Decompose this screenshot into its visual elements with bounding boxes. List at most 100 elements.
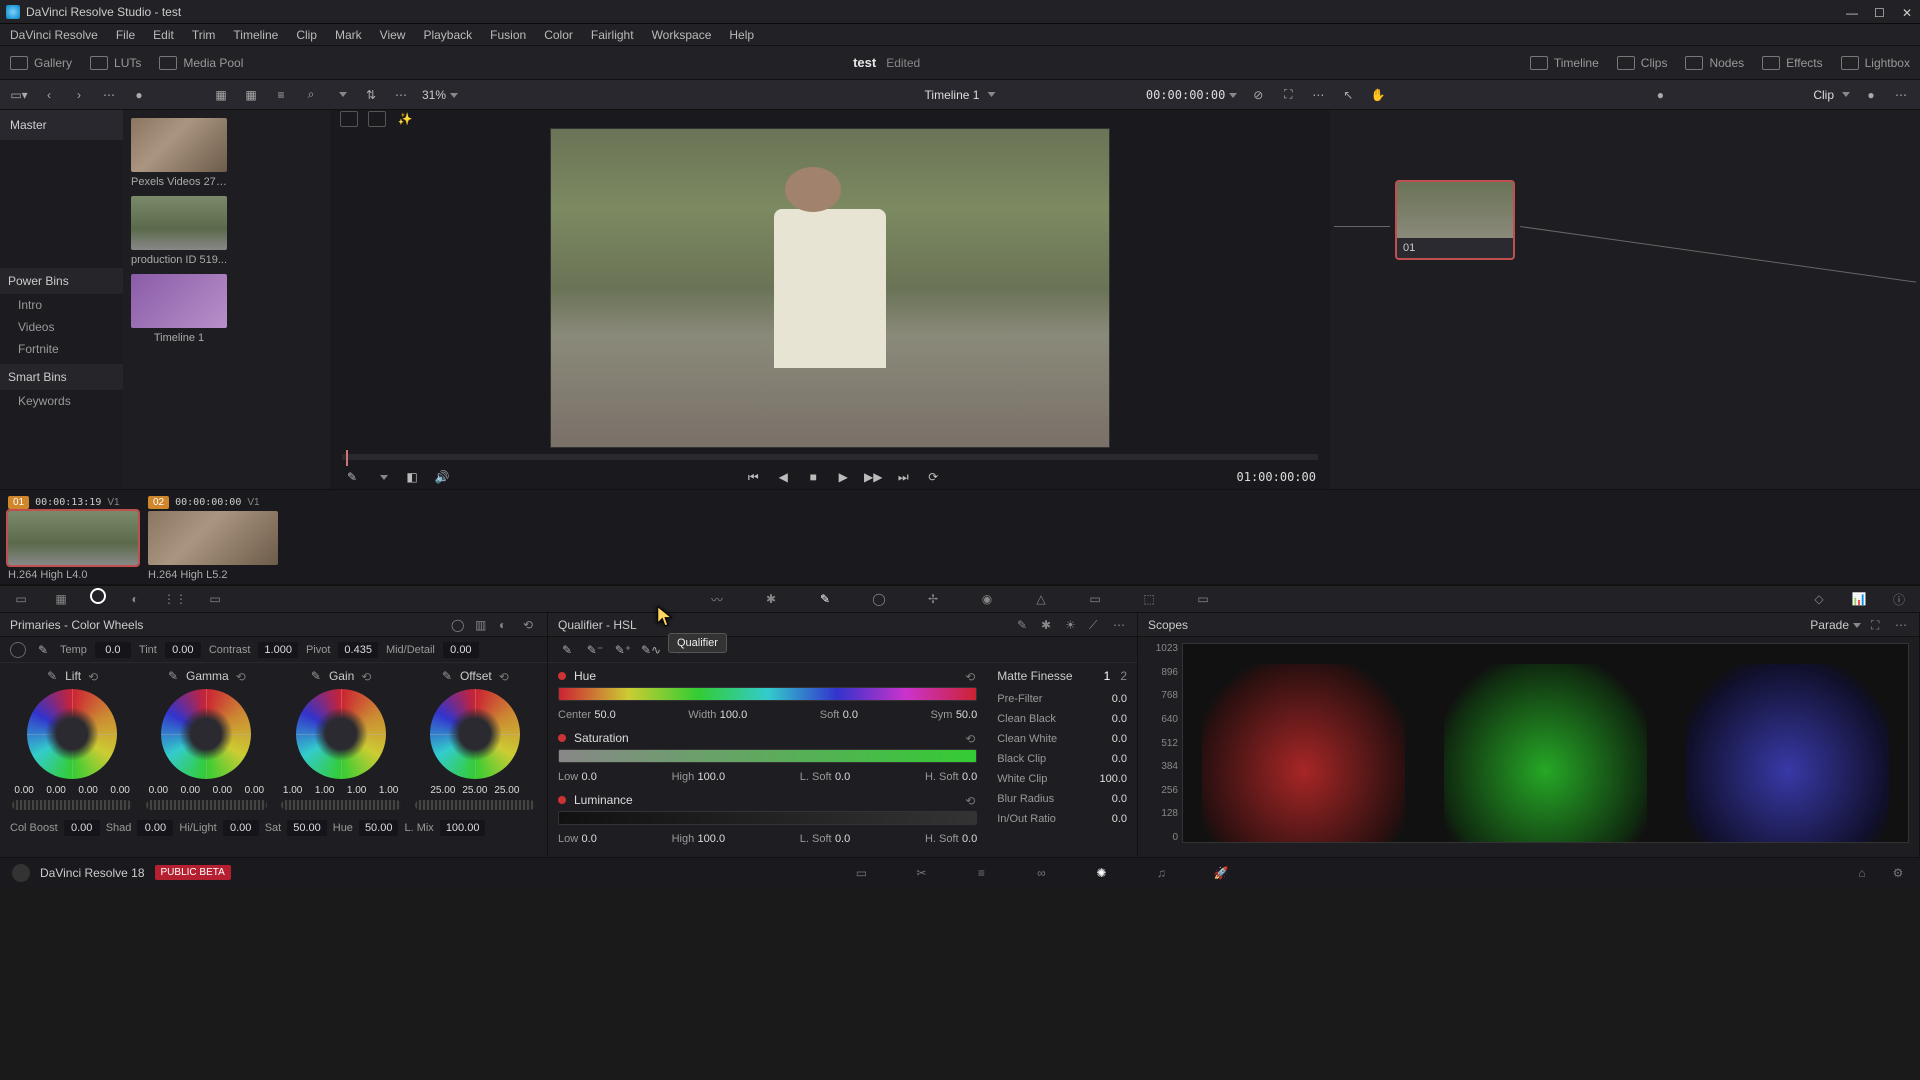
wheel-value[interactable]: 0.00: [175, 785, 205, 796]
jog-wheel[interactable]: [146, 800, 266, 810]
matte-value[interactable]: 100.0: [1099, 773, 1127, 785]
project-manager-icon[interactable]: ⌂: [1852, 863, 1872, 883]
wipe-icon[interactable]: ◧: [404, 469, 420, 485]
wheel-value[interactable]: 0.00: [239, 785, 269, 796]
wheel-value[interactable]: 0.00: [9, 785, 39, 796]
q-param-value[interactable]: 50.0: [594, 709, 615, 721]
curves-icon[interactable]: 〰: [706, 588, 728, 610]
media-thumb-3[interactable]: Timeline 1: [131, 274, 227, 344]
page-cut[interactable]: ✂: [911, 863, 931, 883]
node-01[interactable]: 01: [1395, 180, 1515, 260]
viewer-single-icon[interactable]: [368, 111, 386, 127]
wheel-value[interactable]: 0.00: [143, 785, 173, 796]
viewer-split-icon[interactable]: [340, 111, 358, 127]
media-thumb-2[interactable]: production ID 519...: [131, 196, 227, 266]
q-param-value[interactable]: 100.0: [698, 771, 726, 783]
clip-dropdown[interactable]: Clip: [1813, 88, 1850, 102]
settings-icon[interactable]: ⚙: [1888, 863, 1908, 883]
color-match-icon[interactable]: ▦: [50, 588, 72, 610]
node-dot2-icon[interactable]: ●: [1862, 86, 1880, 104]
primaries-reset-icon[interactable]: ⟲: [523, 618, 537, 632]
wheel-value[interactable]: 1.00: [342, 785, 372, 796]
wheels-mode-icon[interactable]: ◯: [451, 618, 465, 632]
nav-prev[interactable]: ‹: [40, 86, 58, 104]
color-wheel[interactable]: [27, 689, 117, 779]
tracking-icon[interactable]: ✢: [922, 588, 944, 610]
wheel-reset-icon[interactable]: ⟲: [360, 670, 372, 682]
page-edit[interactable]: ≡: [971, 863, 991, 883]
jog-wheel[interactable]: [415, 800, 535, 810]
wheel-value[interactable]: 0.00: [41, 785, 71, 796]
wheel-value[interactable]: 25.00: [492, 785, 522, 796]
pointer-icon[interactable]: ↖: [1339, 86, 1357, 104]
blur-icon[interactable]: △: [1030, 588, 1052, 610]
wheel-value[interactable]: 25.00: [460, 785, 490, 796]
section-power-bins[interactable]: Power Bins: [0, 268, 123, 294]
lmix-value[interactable]: 100.00: [440, 820, 486, 836]
menu-timeline[interactable]: Timeline: [233, 28, 278, 42]
q-row-reset-icon[interactable]: ⟲: [965, 794, 977, 806]
q-row-reset-icon[interactable]: ⟲: [965, 732, 977, 744]
matte-value[interactable]: 0.0: [1112, 793, 1127, 805]
wheel-pick-icon[interactable]: ✎: [440, 669, 454, 683]
bin-fortnite[interactable]: Fortnite: [0, 338, 123, 360]
wheel-value[interactable]: 1.00: [310, 785, 340, 796]
q-enable-toggle[interactable]: [558, 734, 566, 742]
sort-icon[interactable]: ⇅: [362, 86, 380, 104]
pivot-value[interactable]: 0.435: [338, 642, 378, 658]
scopes-icon[interactable]: 📊: [1848, 588, 1870, 610]
q-param-value[interactable]: 0.0: [962, 833, 977, 845]
q-param-value[interactable]: 0.0: [962, 771, 977, 783]
color-wheel[interactable]: [296, 689, 386, 779]
dot-icon[interactable]: ●: [130, 86, 148, 104]
matte-value[interactable]: 0.0: [1112, 693, 1127, 705]
q-param-value[interactable]: 0.0: [835, 833, 850, 845]
shad-value[interactable]: 0.00: [137, 820, 173, 836]
contrast-value[interactable]: 1.000: [258, 642, 298, 658]
view-list-icon[interactable]: ≡: [272, 86, 290, 104]
sat-value[interactable]: 50.00: [287, 820, 327, 836]
q-enable-toggle[interactable]: [558, 796, 566, 804]
q-pick-icon[interactable]: ✎: [558, 641, 576, 659]
q-param-value[interactable]: 100.0: [720, 709, 748, 721]
view-thumb-large-icon[interactable]: ▦: [212, 86, 230, 104]
q-pick-soft-icon[interactable]: ✎∿: [642, 641, 660, 659]
menu-help[interactable]: Help: [729, 28, 754, 42]
q-pick-sub-icon[interactable]: ✎⁻: [586, 641, 604, 659]
bin-keywords[interactable]: Keywords: [0, 390, 123, 412]
tab-clips[interactable]: Clips: [1617, 56, 1668, 70]
close-button[interactable]: ✕: [1902, 6, 1914, 18]
menu-file[interactable]: File: [116, 28, 135, 42]
wheel-value[interactable]: 0.00: [73, 785, 103, 796]
menu-davinciresolve[interactable]: DaVinci Resolve: [10, 28, 98, 42]
matte-value[interactable]: 0.0: [1112, 713, 1127, 725]
magic-mask-icon[interactable]: ◉: [976, 588, 998, 610]
eyedropper-dropdown[interactable]: [374, 469, 390, 485]
page-fusion[interactable]: ∞: [1031, 863, 1051, 883]
window-icon[interactable]: ◯: [868, 588, 890, 610]
q-enable-toggle[interactable]: [558, 672, 566, 680]
eyedropper-icon[interactable]: ✎: [344, 469, 360, 485]
page-fairlight[interactable]: ♫: [1151, 863, 1171, 883]
q-param-value[interactable]: 0.0: [843, 709, 858, 721]
menu-trim[interactable]: Trim: [192, 28, 216, 42]
viewer-timecode[interactable]: 00:00:00:00: [1146, 88, 1237, 102]
scrubber[interactable]: [342, 454, 1318, 460]
rgb-mixer-icon[interactable]: ⋮⋮: [164, 588, 186, 610]
prev-frame-button[interactable]: ◀: [775, 469, 791, 485]
tint-value[interactable]: 0.00: [165, 642, 201, 658]
keyframe-icon[interactable]: ◇: [1808, 588, 1830, 610]
menu-clip[interactable]: Clip: [296, 28, 317, 42]
nav-next[interactable]: ›: [70, 86, 88, 104]
scopes-expand-icon[interactable]: ⛶: [1871, 618, 1885, 632]
bin-videos[interactable]: Videos: [0, 316, 123, 338]
scopes-more-icon[interactable]: ⋯: [1895, 618, 1909, 632]
q-more-icon[interactable]: ⋯: [1113, 618, 1127, 632]
menu-view[interactable]: View: [380, 28, 406, 42]
zoom-dropdown[interactable]: 31%: [422, 88, 458, 102]
info-icon[interactable]: ⓘ: [1888, 588, 1910, 610]
viewer-more-icon[interactable]: ⋯: [1309, 86, 1327, 104]
media-thumb-1[interactable]: Pexels Videos 278...: [131, 118, 227, 188]
tab-media-pool[interactable]: Media Pool: [159, 56, 243, 70]
node-dot-icon[interactable]: ●: [1651, 86, 1669, 104]
